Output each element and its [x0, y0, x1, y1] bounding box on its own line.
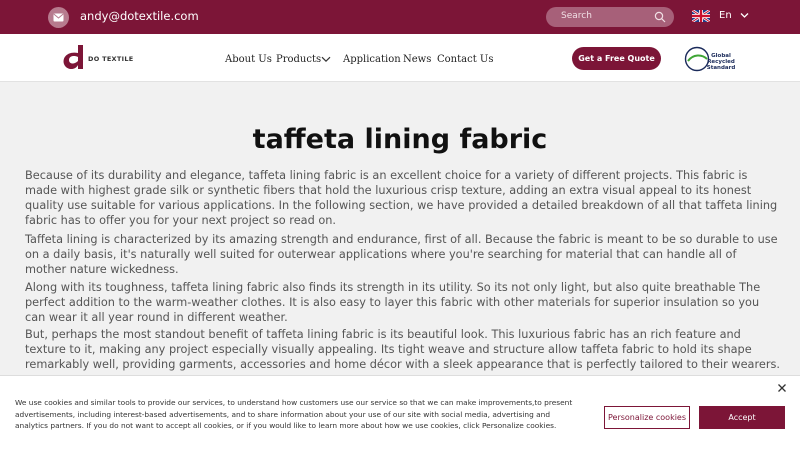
close-icon[interactable]: [777, 383, 787, 393]
nav-products[interactable]: Products: [276, 54, 321, 65]
personalize-cookies-button[interactable]: Personalize cookies: [604, 406, 690, 429]
article-paragraph: Because of its durability and elegance, …: [25, 169, 778, 227]
chevron-down-icon[interactable]: [740, 12, 749, 19]
logo-icon[interactable]: [61, 45, 91, 71]
article-paragraph: But, perhaps the most standout benefit o…: [25, 328, 780, 371]
article-paragraph: Taffeta lining is characterized by its a…: [25, 233, 778, 276]
article-paragraph: Along with its toughness, taffeta lining…: [25, 281, 761, 324]
nav-news[interactable]: News: [403, 54, 431, 65]
language-selector[interactable]: En: [719, 10, 732, 21]
accept-cookies-button[interactable]: Accept: [699, 406, 785, 429]
cookie-message: We use cookies and similar tools to prov…: [15, 398, 573, 430]
get-free-quote-button[interactable]: Get a Free Quote: [572, 47, 661, 70]
page-title: taffeta lining fabric: [252, 124, 548, 155]
contact-email[interactable]: andy@dotextile.com: [80, 9, 199, 23]
article-content: taffeta lining fabric Because of its dur…: [0, 82, 800, 375]
uk-flag-icon[interactable]: [692, 10, 710, 22]
chevron-down-icon[interactable]: [321, 56, 331, 63]
grs-text: Global Recycled Standard: [706, 53, 736, 71]
top-bar: andy@dotextile.com Search En: [0, 0, 800, 34]
mail-icon[interactable]: [48, 7, 69, 28]
main-navigation: DO TEXTILE About Us Products Application…: [0, 34, 800, 82]
nav-application[interactable]: Application: [343, 54, 401, 65]
nav-contact-us[interactable]: Contact Us: [437, 54, 493, 65]
logo-text[interactable]: DO TEXTILE: [88, 55, 134, 63]
search-icon[interactable]: [654, 11, 666, 23]
nav-about-us[interactable]: About Us: [225, 54, 272, 65]
search-placeholder: Search: [561, 11, 592, 21]
search-input[interactable]: Search: [546, 7, 674, 27]
